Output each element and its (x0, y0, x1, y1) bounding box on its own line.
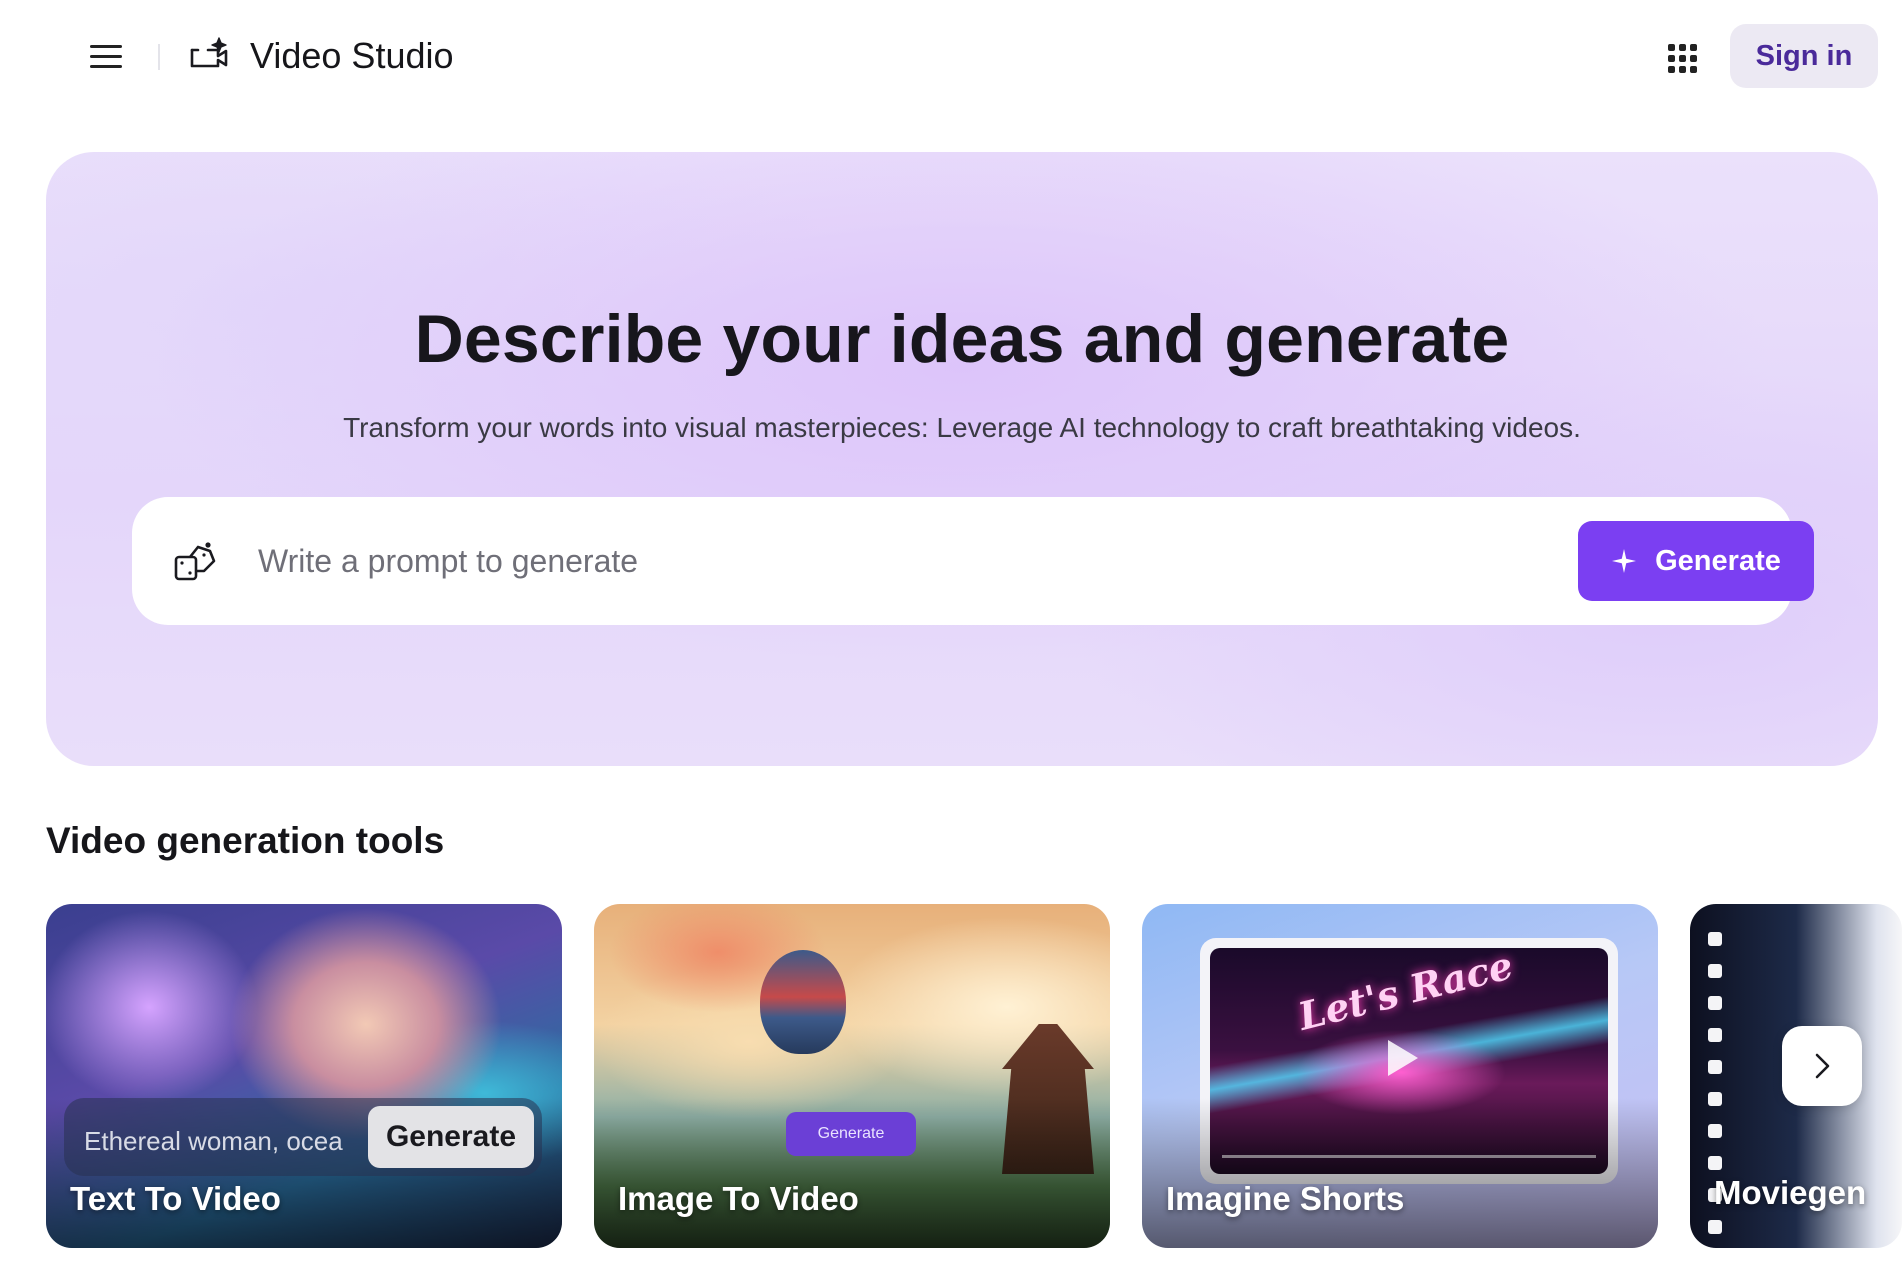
tool-card-label: Imagine Shorts (1166, 1180, 1405, 1217)
hero-section: Describe your ideas and generate Transfo… (46, 152, 1878, 766)
header-divider (158, 44, 160, 70)
tool-card-label: Text To Video (70, 1180, 281, 1217)
prompt-input[interactable] (258, 527, 1458, 595)
chevron-right-icon (1815, 1053, 1830, 1079)
play-icon (1388, 1040, 1418, 1076)
sparkle-plus-icon (1612, 549, 1637, 573)
prompt-bar: Generate (132, 497, 1814, 625)
menu-line (90, 64, 122, 68)
random-prompt-dice-icon[interactable] (172, 537, 220, 585)
menu-line (90, 54, 122, 58)
balloon-illustration (760, 950, 846, 1054)
card-shade (1142, 1098, 1658, 1248)
demo-video-title: Let's Race (1293, 948, 1518, 1039)
tool-card-imagine-shorts[interactable]: Let's Race Imagine Shorts (1142, 904, 1658, 1248)
demo-generate-button: Generate (786, 1112, 916, 1156)
menu-line (90, 44, 122, 48)
tool-card-label: Moviegen (1714, 1174, 1867, 1211)
generate-button[interactable]: Generate (1578, 521, 1814, 601)
hero-title: Describe your ideas and generate (414, 301, 1510, 377)
sign-in-button[interactable]: Sign in (1730, 24, 1878, 88)
top-header: Video Studio Sign in (0, 0, 1902, 112)
demo-prompt-text: Ethereal woman, ocea (84, 1126, 343, 1156)
grid-apps-icon[interactable] (1660, 36, 1700, 76)
demo-generate-button: Generate (368, 1106, 534, 1168)
video-sparkle-icon (190, 37, 228, 68)
tool-card-label: Image To Video (618, 1180, 859, 1217)
hamburger-menu-icon[interactable] (84, 36, 128, 76)
tool-card-image-to-video[interactable]: Generate Image To Video (594, 904, 1110, 1248)
tools-carousel: Ethereal woman, ocea Generate Text To Vi… (46, 904, 1902, 1248)
carousel-next-button[interactable] (1782, 1026, 1862, 1106)
generate-button-label: Generate (1655, 544, 1781, 577)
app-title: Video Studio (250, 35, 454, 76)
tools-section-title: Video generation tools (46, 820, 445, 861)
tool-card-text-to-video[interactable]: Ethereal woman, ocea Generate Text To Vi… (46, 904, 562, 1248)
hero-subtitle: Transform your words into visual masterp… (343, 412, 1581, 443)
